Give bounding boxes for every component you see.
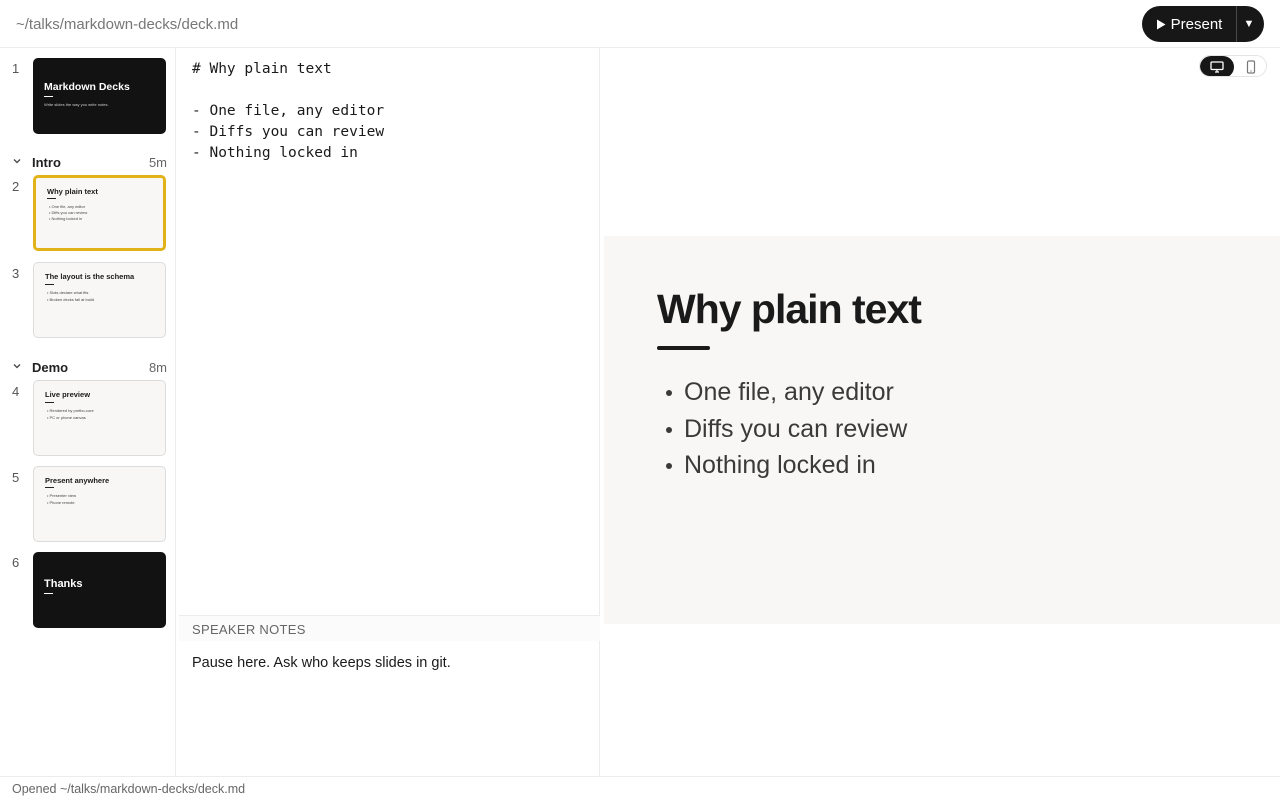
slide-thumbnail-5[interactable]: Present anywhere • Presenter view • Phon… — [33, 466, 166, 542]
thumb-rule — [44, 593, 53, 594]
phone-icon — [1246, 60, 1256, 74]
file-path: ~/talks/markdown-decks/deck.md — [16, 16, 239, 33]
thumb-rule — [44, 96, 53, 97]
thumb-bullet: • Presenter view — [47, 493, 76, 498]
thumb-bullet: • Nothing locked in — [49, 216, 83, 221]
thumb-rule — [45, 487, 54, 488]
speaker-notes-header: SPEAKER NOTES — [179, 615, 600, 641]
markdown-source-editor[interactable]: # Why plain text - One file, any editor … — [192, 59, 384, 164]
thumb-rule — [45, 402, 54, 403]
play-icon — [1156, 19, 1166, 29]
thumb-bullet: • Diffs you can review — [49, 210, 88, 215]
thumb-bullet: • Rendered by pmtho-core — [47, 408, 94, 413]
caret-down-icon: ▼ — [1243, 18, 1255, 30]
thumb-subtitle: Write slides the way you write notes. — [44, 102, 109, 107]
slide-sidebar: 1 Markdown Decks Write slides the way yo… — [0, 48, 176, 776]
slide-thumbnail-1[interactable]: Markdown Decks Write slides the way you … — [33, 58, 166, 134]
thumb-bullet: • Slots declare what fits — [47, 290, 89, 295]
present-button[interactable]: Present — [1142, 6, 1236, 42]
desktop-view-button[interactable] — [1200, 56, 1234, 76]
section-header-intro[interactable]: Intro 5m — [10, 155, 167, 171]
slide-bullet: Nothing locked in — [666, 447, 907, 484]
section-name: Demo — [32, 360, 69, 375]
slide-thumbnail-4[interactable]: Live preview • Rendered by pmtho-core • … — [33, 380, 166, 456]
thumb-rule — [47, 198, 56, 199]
thumb-title: Why plain text — [47, 187, 98, 196]
slide-number: 3 — [12, 266, 20, 281]
top-bar: ~/talks/markdown-decks/deck.md Present ▼ — [0, 0, 1280, 48]
slide-bullet-list: One file, any editor Diffs you can revie… — [666, 374, 907, 484]
slide-preview: Why plain text One file, any editor Diff… — [604, 236, 1280, 624]
device-toggle — [1199, 55, 1267, 77]
present-label: Present — [1170, 15, 1223, 33]
slide-number: 6 — [12, 555, 20, 570]
section-name: Intro — [32, 155, 61, 170]
markdown-editor-pane: # Why plain text - One file, any editor … — [176, 48, 600, 776]
thumb-title: Live preview — [45, 390, 91, 399]
thumb-title: The layout is the schema — [45, 272, 135, 281]
present-options-button[interactable]: ▼ — [1237, 6, 1264, 42]
thumb-title: Thanks — [44, 578, 83, 590]
phone-view-button[interactable] — [1234, 56, 1266, 76]
present-split-button: Present ▼ — [1142, 6, 1264, 42]
status-message: Opened ~/talks/markdown-decks/deck.md — [12, 782, 246, 796]
status-bar: Opened ~/talks/markdown-decks/deck.md — [0, 776, 1280, 800]
thumb-bullet: • Broken decks fail at build — [47, 297, 94, 302]
slide-thumbnail-3[interactable]: The layout is the schema • Slots declare… — [33, 262, 166, 338]
section-duration: 8m — [148, 360, 167, 375]
chevron-down-icon — [13, 364, 21, 369]
chevron-down-icon — [13, 159, 21, 164]
slide-title-rule — [657, 346, 710, 350]
thumb-rule — [45, 284, 54, 285]
thumb-bullet: • One file, any editor — [49, 204, 86, 209]
speaker-notes-label: SPEAKER NOTES — [192, 622, 306, 637]
thumb-bullet: • PC or phone canvas — [47, 415, 86, 420]
slide-bullet: One file, any editor — [666, 374, 907, 411]
slide-number: 1 — [12, 61, 20, 76]
slide-title: Why plain text — [657, 286, 922, 332]
thumb-title: Markdown Decks — [44, 81, 130, 93]
thumb-title: Present anywhere — [45, 476, 110, 485]
section-header-demo[interactable]: Demo 8m — [10, 360, 167, 376]
slide-number: 5 — [12, 470, 20, 485]
thumb-bullet: • Phone remote — [47, 500, 75, 505]
slide-bullet: Diffs you can review — [666, 411, 907, 448]
speaker-notes-input[interactable]: Pause here. Ask who keeps slides in git. — [192, 655, 451, 671]
slide-thumbnail-6[interactable]: Thanks — [33, 552, 166, 628]
slide-number: 2 — [12, 179, 20, 194]
desktop-icon — [1210, 61, 1224, 73]
section-duration: 5m — [148, 155, 167, 170]
slide-thumbnail-2[interactable]: Why plain text • One file, any editor • … — [33, 175, 166, 251]
slide-number: 4 — [12, 384, 20, 399]
